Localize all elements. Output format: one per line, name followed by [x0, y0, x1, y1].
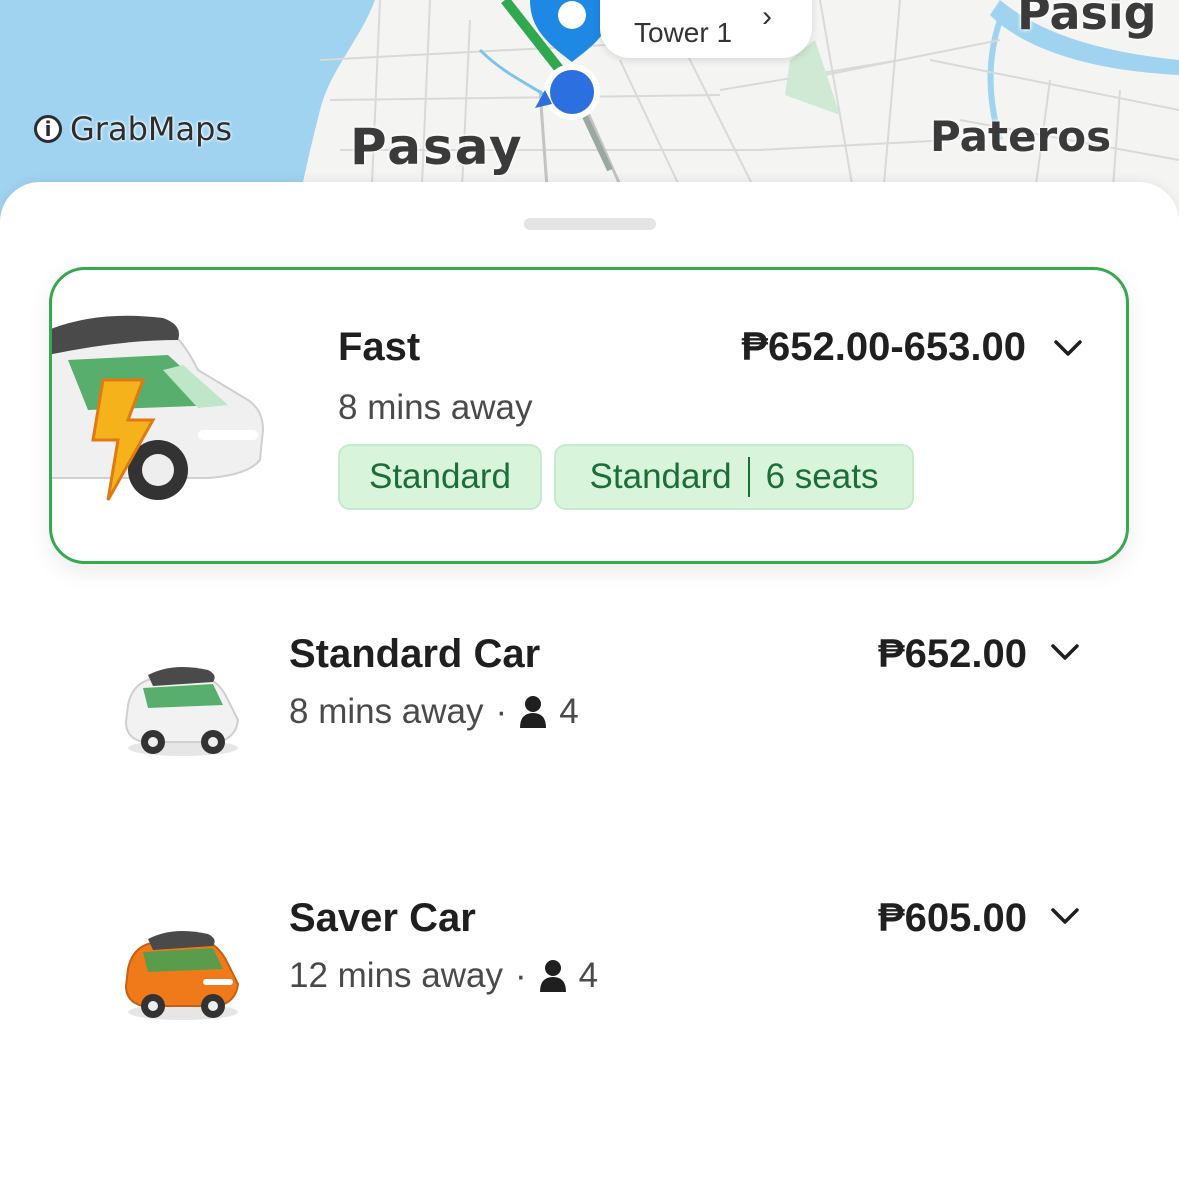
eta-text: 12 mins away	[289, 956, 503, 995]
white-car-icon	[124, 666, 240, 756]
eta-text: 8 mins away	[289, 692, 484, 731]
tag-seats-label: 6 seats	[765, 457, 879, 496]
tag-divider	[747, 457, 750, 497]
option-title: Saver Car	[289, 896, 476, 940]
eta-text: 8 mins away	[338, 388, 533, 427]
chevron-down-icon[interactable]	[1053, 338, 1083, 358]
lightning-car-icon	[52, 315, 265, 501]
destination-bubble[interactable]: avida Tower 1 ›	[600, 0, 812, 58]
chevron-down-icon[interactable]	[1050, 906, 1080, 926]
option-eta: 12 mins away · 4	[289, 956, 598, 996]
info-icon[interactable]: i	[34, 115, 62, 143]
tag-standard-seats: Standard 6 seats	[554, 444, 914, 510]
separator-dot: ·	[495, 692, 508, 731]
seat-count: 4	[578, 956, 599, 995]
grabmaps-attribution[interactable]: i GrabMaps	[34, 110, 232, 148]
chevron-down-icon[interactable]	[1050, 642, 1080, 662]
grabmaps-label: GrabMaps	[70, 110, 233, 148]
option-title: Standard Car	[289, 632, 541, 676]
option-title: Fast	[338, 325, 421, 369]
ride-option-saver-car[interactable]: Saver Car 12 mins away · 4 ₱605.00	[0, 876, 1179, 1046]
drag-handle[interactable]	[524, 218, 656, 230]
chevron-right-icon: ›	[762, 0, 772, 33]
ride-option-standard-car[interactable]: Standard Car 8 mins away · 4 ₱652.00	[0, 612, 1179, 782]
map-label-pasay: Pasay	[350, 118, 524, 176]
option-price: ₱652.00	[877, 632, 1027, 676]
separator-dot: ·	[514, 956, 527, 995]
option-price: ₱605.00	[877, 896, 1027, 940]
person-icon	[539, 960, 566, 992]
destination-subname: Tower 1	[634, 17, 733, 48]
option-eta: 8 mins away · 4	[289, 692, 579, 732]
map-label-pasig: Pasig	[1017, 0, 1157, 40]
tag-standard-label: Standard	[589, 457, 732, 496]
current-location-icon	[550, 70, 594, 114]
map-label-pateros: Pateros	[930, 112, 1112, 161]
seat-count: 4	[559, 692, 579, 731]
ride-options-sheet: Fast 8 mins away ₱652.00-653.00 Standard…	[0, 182, 1179, 1182]
tag-standard: Standard	[338, 444, 542, 510]
option-price: ₱652.00-653.00	[741, 325, 1026, 369]
orange-car-icon	[124, 930, 240, 1020]
person-icon	[520, 696, 547, 728]
option-eta: 8 mins away	[338, 388, 533, 428]
ride-option-fast[interactable]: Fast 8 mins away ₱652.00-653.00 Standard…	[49, 267, 1129, 564]
